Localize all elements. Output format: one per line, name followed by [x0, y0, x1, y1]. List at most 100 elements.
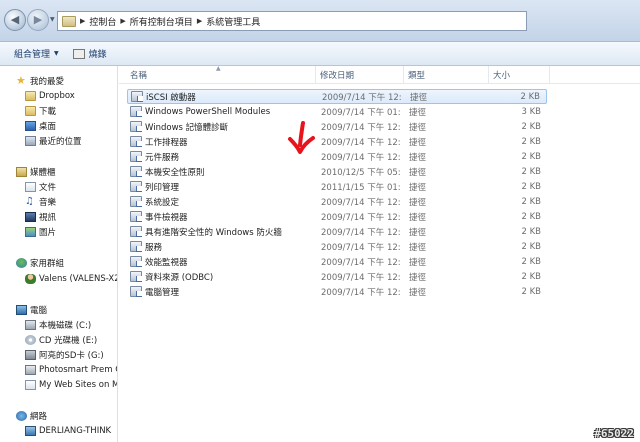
column-divider[interactable]	[549, 66, 550, 84]
nav-item-photosmart[interactable]: Photosmart Prem C3	[25, 363, 117, 376]
file-size: 2 KB	[521, 151, 541, 162]
breadcrumb-separator-icon[interactable]: ▶	[120, 17, 125, 25]
table-row[interactable]: Windows 記憶體診斷 2009/7/14 下午 12:... 捷徑 2 K…	[127, 119, 547, 134]
nav-favorites[interactable]: ★ 我的最愛	[16, 74, 64, 87]
shortcut-icon	[130, 256, 142, 267]
file-size: 2 KB	[521, 226, 541, 237]
nav-computer[interactable]: 電腦	[16, 303, 47, 316]
nav-item-cd-drive[interactable]: CD 光碟機 (E:)	[25, 333, 97, 346]
nav-item-dropbox[interactable]: Dropbox	[25, 89, 75, 102]
table-row[interactable]: 本機安全性原則 2010/12/5 下午 05:... 捷徑 2 KB	[127, 164, 547, 179]
nav-item-web-sites[interactable]: My Web Sites on MS	[25, 378, 117, 391]
file-type: 捷徑	[409, 137, 427, 148]
recent-pages-dropdown-icon[interactable]: ▼	[50, 16, 56, 23]
file-size: 2 KB	[521, 256, 541, 267]
nav-item-label: 圖片	[39, 227, 57, 238]
file-type: 捷徑	[409, 257, 427, 268]
pictures-icon	[25, 226, 36, 237]
file-type: 捷徑	[410, 92, 428, 103]
column-header-size[interactable]: 大小	[493, 69, 510, 81]
nav-item-valens[interactable]: Valens (VALENS-X20	[25, 272, 117, 285]
file-name: 資料來源 (ODBC)	[145, 272, 214, 283]
file-date: 2009/7/14 下午 12:...	[321, 257, 401, 268]
column-header-type[interactable]: 類型	[408, 69, 425, 81]
table-row[interactable]: 電腦管理 2009/7/14 下午 12:... 捷徑 2 KB	[127, 284, 547, 299]
nav-item-downloads[interactable]: 下載	[25, 104, 56, 117]
nav-network[interactable]: 網路	[16, 409, 47, 422]
column-divider[interactable]	[315, 66, 316, 84]
nav-item-music[interactable]: ♫ 音樂	[25, 195, 56, 208]
nav-item-label: 阿亮的SD卡 (G:)	[39, 350, 104, 361]
nav-homegroup-label: 家用群組	[30, 258, 65, 269]
breadcrumb-admin-tools[interactable]: 系統管理工具	[206, 15, 260, 28]
table-row[interactable]: 事件檢視器 2009/7/14 下午 12:... 捷徑 2 KB	[127, 209, 547, 224]
file-size: 2 KB	[521, 196, 541, 207]
breadcrumb-separator-icon[interactable]: ▶	[197, 17, 202, 25]
nav-item-desktop[interactable]: 桌面	[25, 119, 56, 132]
burn-label: 燒錄	[88, 50, 107, 60]
file-name: 服務	[145, 242, 163, 253]
user-icon	[25, 273, 36, 284]
table-row[interactable]: 元件服務 2009/7/14 下午 12:... 捷徑 2 KB	[127, 149, 547, 164]
file-size: 2 KB	[521, 166, 541, 177]
burn-button[interactable]: 燒錄	[72, 47, 107, 60]
table-row[interactable]: 具有進階安全性的 Windows 防火牆 2009/7/14 下午 12:...…	[127, 224, 547, 239]
watermark: #65022	[594, 427, 634, 440]
nav-item-sd-card[interactable]: 阿亮的SD卡 (G:)	[25, 348, 104, 361]
hard-drive-icon	[25, 319, 36, 330]
file-size: 2 KB	[520, 91, 540, 102]
nav-homegroup[interactable]: 家用群組	[16, 256, 64, 269]
nav-libraries[interactable]: 媒體櫃	[16, 165, 56, 178]
file-size: 2 KB	[521, 136, 541, 147]
forward-button[interactable]: ▶	[27, 9, 49, 31]
breadcrumb-control-panel[interactable]: 控制台	[89, 15, 116, 28]
column-header-date[interactable]: 修改日期	[320, 69, 354, 81]
file-date: 2010/12/5 下午 05:...	[321, 167, 401, 178]
back-button[interactable]: ◀	[4, 9, 26, 31]
network-icon	[16, 410, 27, 421]
breadcrumb-all-items[interactable]: 所有控制台項目	[130, 15, 193, 28]
column-divider[interactable]	[403, 66, 404, 84]
breadcrumb-separator-icon[interactable]: ▶	[80, 17, 85, 25]
file-type: 捷徑	[409, 167, 427, 178]
nav-favorites-label: 我的最愛	[30, 76, 65, 87]
table-row[interactable]: 系統設定 2009/7/14 下午 12:... 捷徑 2 KB	[127, 194, 547, 209]
table-row[interactable]: 工作排程器 2009/7/14 下午 12:... 捷徑 2 KB	[127, 134, 547, 149]
table-row[interactable]: 服務 2009/7/14 下午 12:... 捷徑 2 KB	[127, 239, 547, 254]
nav-item-label: DERLIANG-THINK	[39, 425, 112, 436]
column-header-name[interactable]: 名稱	[130, 69, 147, 81]
file-date: 2009/7/14 下午 12:...	[321, 197, 401, 208]
table-row[interactable]: 資料來源 (ODBC) 2009/7/14 下午 12:... 捷徑 2 KB	[127, 269, 547, 284]
burn-disc-icon	[72, 48, 85, 59]
shortcut-icon	[130, 151, 142, 162]
nav-item-drive-c[interactable]: 本機磁碟 (C:)	[25, 318, 91, 331]
shortcut-icon	[130, 211, 142, 222]
libraries-icon	[16, 166, 27, 177]
file-name: 列印管理	[145, 182, 180, 193]
address-bar-region: ◀ ▶ ▼ ▶ 控制台 ▶ 所有控制台項目 ▶ 系統管理工具	[0, 0, 640, 42]
file-type: 捷徑	[409, 272, 427, 283]
file-type: 捷徑	[409, 182, 427, 193]
address-field[interactable]: ▶ 控制台 ▶ 所有控制台項目 ▶ 系統管理工具	[57, 11, 527, 31]
shortcut-icon	[130, 286, 142, 297]
column-divider[interactable]	[488, 66, 489, 84]
shortcut-icon	[130, 271, 142, 282]
shortcut-icon	[131, 91, 143, 102]
shortcut-icon	[130, 241, 142, 252]
nav-item-label: Dropbox	[39, 90, 75, 101]
nav-item-documents[interactable]: 文件	[25, 180, 56, 193]
nav-item-derliang-think[interactable]: DERLIANG-THINK	[25, 424, 111, 437]
table-row[interactable]: 列印管理 2011/1/15 下午 01:... 捷徑 2 KB	[127, 179, 547, 194]
table-row[interactable]: Windows PowerShell Modules 2009/7/14 下午 …	[127, 104, 547, 119]
file-type: 捷徑	[409, 107, 427, 118]
file-type: 捷徑	[409, 122, 427, 133]
nav-item-recent-places[interactable]: 最近的位置	[25, 134, 82, 147]
nav-item-videos[interactable]: 視訊	[25, 210, 56, 223]
nav-item-label: 下載	[39, 106, 57, 117]
file-row-iscsi[interactable]: iSCSI 啟動器 2009/7/14 下午 12:... 捷徑 2 KB	[127, 89, 547, 104]
organize-button[interactable]: 組合管理 ▼	[14, 47, 59, 60]
table-row[interactable]: 效能監視器 2009/7/14 下午 12:... 捷徑 2 KB	[127, 254, 547, 269]
nav-item-pictures[interactable]: 圖片	[25, 225, 56, 238]
file-size: 2 KB	[521, 241, 541, 252]
shortcut-icon	[130, 166, 142, 177]
